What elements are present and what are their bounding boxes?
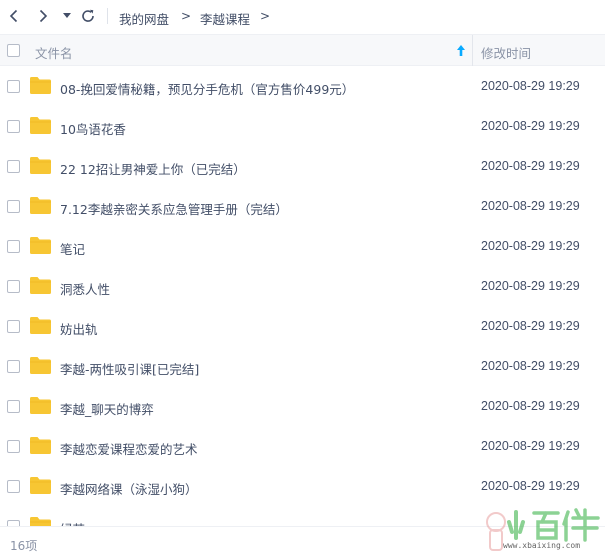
- refresh-icon: [82, 9, 94, 22]
- refresh-button[interactable]: [79, 7, 97, 25]
- file-name[interactable]: 洞悉人性: [60, 279, 110, 298]
- list-item[interactable]: 洞悉人性 2020-08-29 19:29: [0, 266, 605, 306]
- folder-icon: [30, 397, 51, 414]
- row-checkbox[interactable]: [7, 280, 20, 293]
- file-name[interactable]: 22 12招让男神爱上你（已完结）: [60, 159, 246, 178]
- list-item[interactable]: 笔记 2020-08-29 19:29: [0, 226, 605, 266]
- chevron-right-icon: [39, 9, 48, 23]
- file-name[interactable]: 李越_聊天的博弈: [60, 399, 154, 418]
- file-name[interactable]: 10鸟语花香: [60, 119, 126, 138]
- column-header: 文件名 修改时间: [0, 34, 605, 66]
- folder-icon: [30, 477, 51, 494]
- list-item[interactable]: 7.12李越亲密关系应急管理手册（完结） 2020-08-29 19:29: [0, 186, 605, 226]
- row-checkbox[interactable]: [7, 160, 20, 173]
- modified-time: 2020-08-29 19:29: [481, 319, 580, 333]
- modified-time: 2020-08-29 19:29: [481, 79, 580, 93]
- file-list: 08-挽回爱情秘籍，预见分手危机（官方售价499元） 2020-08-29 19…: [0, 66, 605, 526]
- folder-icon: [30, 237, 51, 254]
- file-name[interactable]: 绿茶: [60, 519, 85, 526]
- row-checkbox[interactable]: [7, 320, 20, 333]
- folder-icon: [30, 317, 51, 334]
- row-checkbox[interactable]: [7, 440, 20, 453]
- breadcrumb-root[interactable]: 我的网盘: [119, 9, 169, 28]
- folder-icon: [30, 197, 51, 214]
- breadcrumb-current[interactable]: 李越课程: [200, 9, 250, 28]
- row-checkbox[interactable]: [7, 480, 20, 493]
- row-checkbox[interactable]: [7, 120, 20, 133]
- row-checkbox[interactable]: [7, 80, 20, 93]
- file-name[interactable]: 李越恋爱课程恋爱的艺术: [60, 439, 198, 458]
- modified-time: 2020-08-29 19:29: [481, 439, 580, 453]
- list-item[interactable]: 08-挽回爱情秘籍，预见分手危机（官方售价499元） 2020-08-29 19…: [0, 66, 605, 106]
- folder-icon: [30, 277, 51, 294]
- folder-icon: [30, 437, 51, 454]
- row-checkbox[interactable]: [7, 200, 20, 213]
- file-name[interactable]: 08-挽回爱情秘籍，预见分手危机（官方售价499元）: [60, 79, 354, 98]
- filename-column-header[interactable]: 文件名: [35, 43, 73, 62]
- file-name[interactable]: 李越网络课（泳湿小狗）: [60, 479, 198, 498]
- row-checkbox[interactable]: [7, 400, 20, 413]
- toolbar: 我的网盘 > 李越课程 >: [0, 0, 605, 33]
- forward-button[interactable]: [35, 7, 51, 25]
- file-name[interactable]: 妨出轨: [60, 319, 98, 338]
- toolbar-divider: [107, 8, 108, 24]
- file-name[interactable]: 李越-两性吸引课[已完结]: [60, 359, 199, 378]
- modified-time: 2020-08-29 19:29: [481, 199, 580, 213]
- row-checkbox[interactable]: [7, 240, 20, 253]
- folder-icon: [30, 117, 51, 134]
- list-item[interactable]: 李越-两性吸引课[已完结] 2020-08-29 19:29: [0, 346, 605, 386]
- column-divider[interactable]: [472, 35, 473, 66]
- modified-time: 2020-08-29 19:29: [481, 159, 580, 173]
- breadcrumb-separator: >: [181, 9, 192, 23]
- file-name[interactable]: 笔记: [60, 239, 85, 258]
- file-name[interactable]: 7.12李越亲密关系应急管理手册（完结）: [60, 199, 288, 218]
- modified-time: 2020-08-29 19:29: [481, 119, 580, 133]
- select-all-checkbox[interactable]: [7, 44, 20, 57]
- folder-icon: [30, 157, 51, 174]
- back-button[interactable]: [6, 7, 22, 25]
- list-item[interactable]: 李越_聊天的博弈 2020-08-29 19:29: [0, 386, 605, 426]
- caret-down-icon: [63, 13, 71, 18]
- modified-time: 2020-08-29 19:29: [481, 399, 580, 413]
- watermark-url: www.xbaixing.com: [503, 541, 581, 550]
- row-checkbox[interactable]: [7, 360, 20, 373]
- history-dropdown-button[interactable]: [62, 7, 72, 25]
- list-item[interactable]: 22 12招让男神爱上你（已完结） 2020-08-29 19:29: [0, 146, 605, 186]
- modified-time: 2020-08-29 19:29: [481, 239, 580, 253]
- folder-icon: [30, 517, 51, 526]
- folder-icon: [30, 357, 51, 374]
- folder-icon: [30, 77, 51, 94]
- modified-time: 2020-08-29 19:29: [481, 359, 580, 373]
- breadcrumb-separator: >: [260, 9, 271, 23]
- list-item[interactable]: 妨出轨 2020-08-29 19:29: [0, 306, 605, 346]
- modified-time: 2020-08-29 19:29: [481, 279, 580, 293]
- sort-arrow-up-icon[interactable]: [456, 45, 466, 56]
- modified-time-column-header[interactable]: 修改时间: [481, 43, 531, 62]
- list-item[interactable]: 10鸟语花香 2020-08-29 19:29: [0, 106, 605, 146]
- modified-time: 2020-08-29 19:29: [481, 479, 580, 493]
- item-count: 16项: [10, 539, 38, 553]
- chevron-left-icon: [9, 9, 18, 23]
- list-item[interactable]: 李越恋爱课程恋爱的艺术 2020-08-29 19:29: [0, 426, 605, 466]
